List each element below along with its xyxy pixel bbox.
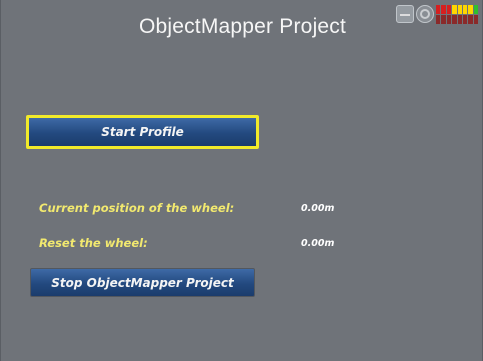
minimize-icon[interactable] xyxy=(396,5,414,23)
signal-meter-segment xyxy=(452,15,457,24)
current-position-label: Current position of the wheel: xyxy=(39,201,235,215)
signal-meter-segment xyxy=(441,5,446,14)
signal-meter-segment xyxy=(468,15,473,24)
app-screen: ObjectMapper Project Start Profile Curre… xyxy=(0,0,483,361)
reset-wheel-label[interactable]: Reset the wheel: xyxy=(39,236,148,250)
signal-meter-segment xyxy=(446,15,452,24)
signal-meter-segment xyxy=(457,15,462,24)
start-profile-button[interactable]: Start Profile xyxy=(26,115,259,149)
signal-meter-bottom-row xyxy=(436,15,478,24)
stop-project-label: Stop ObjectMapper Project xyxy=(51,275,234,290)
signal-meter xyxy=(436,5,478,24)
signal-meter-segment xyxy=(462,5,468,14)
reset-wheel-value: 0.00m xyxy=(301,238,335,249)
start-profile-label: Start Profile xyxy=(101,125,184,139)
signal-meter-segment xyxy=(446,5,452,14)
signal-meter-segment xyxy=(436,15,441,24)
current-position-value: 0.00m xyxy=(301,203,335,214)
wheel-status-icon xyxy=(416,5,434,23)
signal-meter-segment xyxy=(441,15,446,24)
signal-meter-segment xyxy=(473,15,478,24)
signal-meter-segment xyxy=(462,15,468,24)
signal-meter-segment xyxy=(473,5,478,14)
signal-meter-top-row xyxy=(436,5,478,14)
signal-meter-segment xyxy=(457,5,462,14)
signal-meter-segment xyxy=(468,5,473,14)
signal-meter-segment xyxy=(436,5,441,14)
status-area xyxy=(396,5,478,25)
signal-meter-segment xyxy=(452,5,457,14)
stop-project-button[interactable]: Stop ObjectMapper Project xyxy=(30,268,255,297)
